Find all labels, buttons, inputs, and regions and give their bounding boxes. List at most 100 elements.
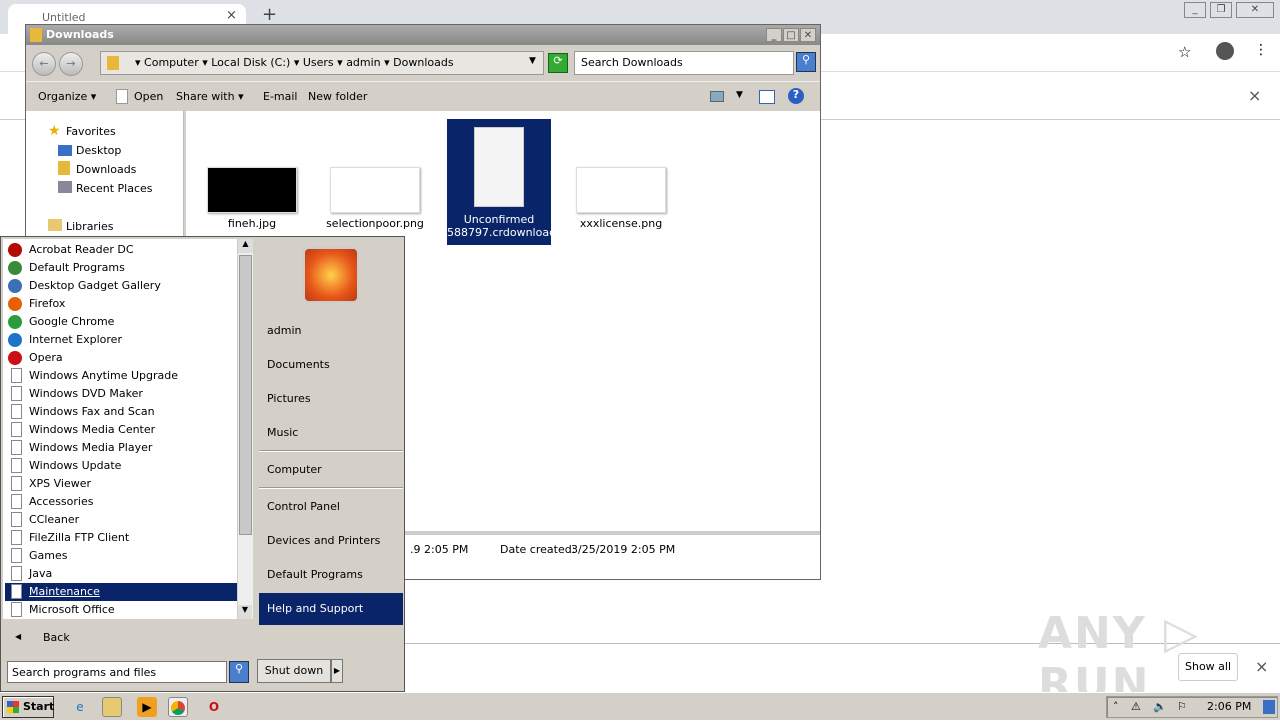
program-item[interactable]: Default Programs — [5, 259, 237, 277]
minimize-icon[interactable]: _ — [1184, 2, 1206, 18]
start-menu-item[interactable]: Control Panel — [259, 491, 403, 523]
action-center-flag-icon[interactable]: ⚐ — [1177, 700, 1187, 713]
program-item[interactable]: Java — [5, 565, 237, 583]
start-menu-item[interactable]: Computer — [259, 454, 403, 486]
minimize-icon[interactable]: _ — [766, 28, 782, 42]
program-item[interactable]: Windows Update — [5, 457, 237, 475]
program-file-icon — [11, 386, 22, 401]
refresh-icon[interactable]: ⟳ — [548, 53, 568, 73]
file-item[interactable]: xxxlicense.png — [569, 167, 673, 230]
bookmark-star-icon[interactable]: ☆ — [1178, 43, 1191, 61]
chevron-down-icon[interactable]: ▼ — [529, 56, 536, 66]
start-button[interactable]: Start — [2, 696, 54, 718]
search-icon[interactable]: ⚲ — [796, 52, 816, 72]
nav-favorites[interactable]: Favorites — [66, 125, 116, 138]
program-item[interactable]: Google Chrome — [5, 313, 237, 331]
profile-icon[interactable] — [1216, 42, 1234, 60]
program-item[interactable]: Games — [5, 547, 237, 565]
nav-downloads[interactable]: Downloads — [76, 163, 136, 176]
file-item[interactable]: selectionpoor.png — [323, 167, 427, 230]
start-menu: Acrobat Reader DC Default Programs Desktop… — [0, 236, 405, 692]
nav-desktop[interactable]: Desktop — [76, 144, 121, 157]
close-icon[interactable]: ✕ — [1236, 2, 1274, 18]
file-item-selected[interactable]: Unconfirmed 588797.crdownload — [447, 119, 556, 245]
chevron-down-icon[interactable]: ▼ — [736, 90, 743, 100]
program-item[interactable]: Windows Media Player — [5, 439, 237, 457]
back-button[interactable]: ◀ Back — [3, 623, 253, 653]
user-avatar[interactable] — [303, 247, 359, 303]
libraries-icon — [48, 219, 62, 231]
program-item[interactable]: Accessories — [5, 493, 237, 511]
back-button[interactable]: ← — [32, 52, 56, 76]
program-item[interactable]: Windows Media Center — [5, 421, 237, 439]
file-item[interactable]: fineh.jpg — [200, 167, 304, 230]
downloads-bar-close-icon[interactable]: × — [1255, 657, 1268, 676]
explorer-icon[interactable] — [102, 697, 122, 717]
default-programs-icon — [8, 261, 22, 275]
share-with-button[interactable]: Share with ▾ — [176, 90, 244, 103]
start-menu-item[interactable]: Help and Support — [259, 593, 403, 625]
start-menu-item[interactable]: Devices and Printers — [259, 525, 403, 557]
opera-icon[interactable]: O — [204, 697, 224, 717]
program-item[interactable]: Microsoft Office — [5, 601, 237, 619]
tab-title: Untitled — [42, 11, 86, 24]
new-folder-button[interactable]: New folder — [308, 90, 367, 103]
start-menu-item[interactable]: admin — [259, 315, 403, 347]
scroll-down-icon[interactable]: ▼ — [238, 605, 252, 619]
media-player-icon[interactable]: ▶ — [137, 697, 157, 717]
back-arrow-icon: ◀ — [15, 632, 22, 641]
forward-button[interactable]: → — [59, 52, 83, 76]
program-item[interactable]: Internet Explorer — [5, 331, 237, 349]
program-item[interactable]: Maintenance — [5, 583, 237, 601]
search-programs-input[interactable]: Search programs and files — [7, 661, 227, 683]
menu-icon[interactable]: ⋮ — [1254, 42, 1268, 58]
program-item[interactable]: XPS Viewer — [5, 475, 237, 493]
search-input[interactable]: Search Downloads — [574, 51, 794, 75]
open-button[interactable]: Open — [134, 90, 163, 103]
program-item[interactable]: Opera — [5, 349, 237, 367]
email-button[interactable]: E-mail — [263, 90, 298, 103]
program-item[interactable]: Windows DVD Maker — [5, 385, 237, 403]
help-icon[interactable]: ? — [788, 88, 804, 104]
show-desktop-button[interactable] — [1263, 700, 1275, 714]
restore-icon[interactable]: ❐ — [1210, 2, 1232, 18]
scrollbar[interactable]: ▲ ▼ — [237, 239, 253, 619]
opera-icon — [8, 351, 22, 365]
start-menu-item[interactable]: Documents — [259, 349, 403, 381]
show-hidden-icons[interactable]: ˄ — [1113, 700, 1119, 713]
nav-recent-places[interactable]: Recent Places — [76, 182, 153, 195]
search-icon[interactable]: ⚲ — [229, 661, 249, 683]
clock[interactable]: 2:06 PM — [1207, 700, 1251, 713]
program-item[interactable]: CCleaner — [5, 511, 237, 529]
program-item[interactable]: Firefox — [5, 295, 237, 313]
program-item[interactable]: FileZilla FTP Client — [5, 529, 237, 547]
folder-icon — [107, 56, 119, 70]
preview-pane-icon[interactable] — [759, 90, 775, 104]
close-icon[interactable]: ✕ — [800, 28, 816, 42]
start-menu-item[interactable]: Pictures — [259, 383, 403, 415]
tab-close-icon[interactable]: × — [226, 8, 237, 23]
start-menu-item[interactable]: Default Programs — [259, 559, 403, 591]
nav-libraries[interactable]: Libraries — [66, 220, 114, 233]
start-menu-item[interactable]: Music — [259, 417, 403, 449]
program-item[interactable]: Acrobat Reader DC — [5, 241, 237, 259]
new-tab-button[interactable]: + — [262, 4, 277, 25]
program-item[interactable]: Windows Fax and Scan — [5, 403, 237, 421]
program-item[interactable]: Desktop Gadget Gallery — [5, 277, 237, 295]
address-bar[interactable]: ▾ Computer ▾ Local Disk (C:) ▾ Users ▾ a… — [100, 51, 544, 75]
ie-icon[interactable]: e — [70, 697, 90, 717]
scroll-thumb[interactable] — [239, 255, 252, 535]
organize-button[interactable]: Organize ▾ — [38, 90, 96, 103]
network-warning-icon[interactable]: ⚠ — [1131, 700, 1141, 713]
scroll-up-icon[interactable]: ▲ — [238, 239, 253, 253]
chrome-icon[interactable] — [168, 697, 188, 717]
shut-down-button[interactable]: Shut down — [257, 659, 331, 683]
view-icon[interactable] — [710, 91, 724, 102]
program-item[interactable]: Windows Anytime Upgrade — [5, 367, 237, 385]
shut-down-options-icon[interactable]: ▶ — [331, 659, 343, 683]
maximize-icon[interactable]: □ — [783, 28, 799, 42]
downloads-folder-icon — [58, 161, 70, 175]
volume-icon[interactable]: 🔈 — [1153, 700, 1167, 713]
show-all-button[interactable]: Show all — [1178, 653, 1238, 681]
infobar-close-icon[interactable]: × — [1248, 86, 1261, 105]
